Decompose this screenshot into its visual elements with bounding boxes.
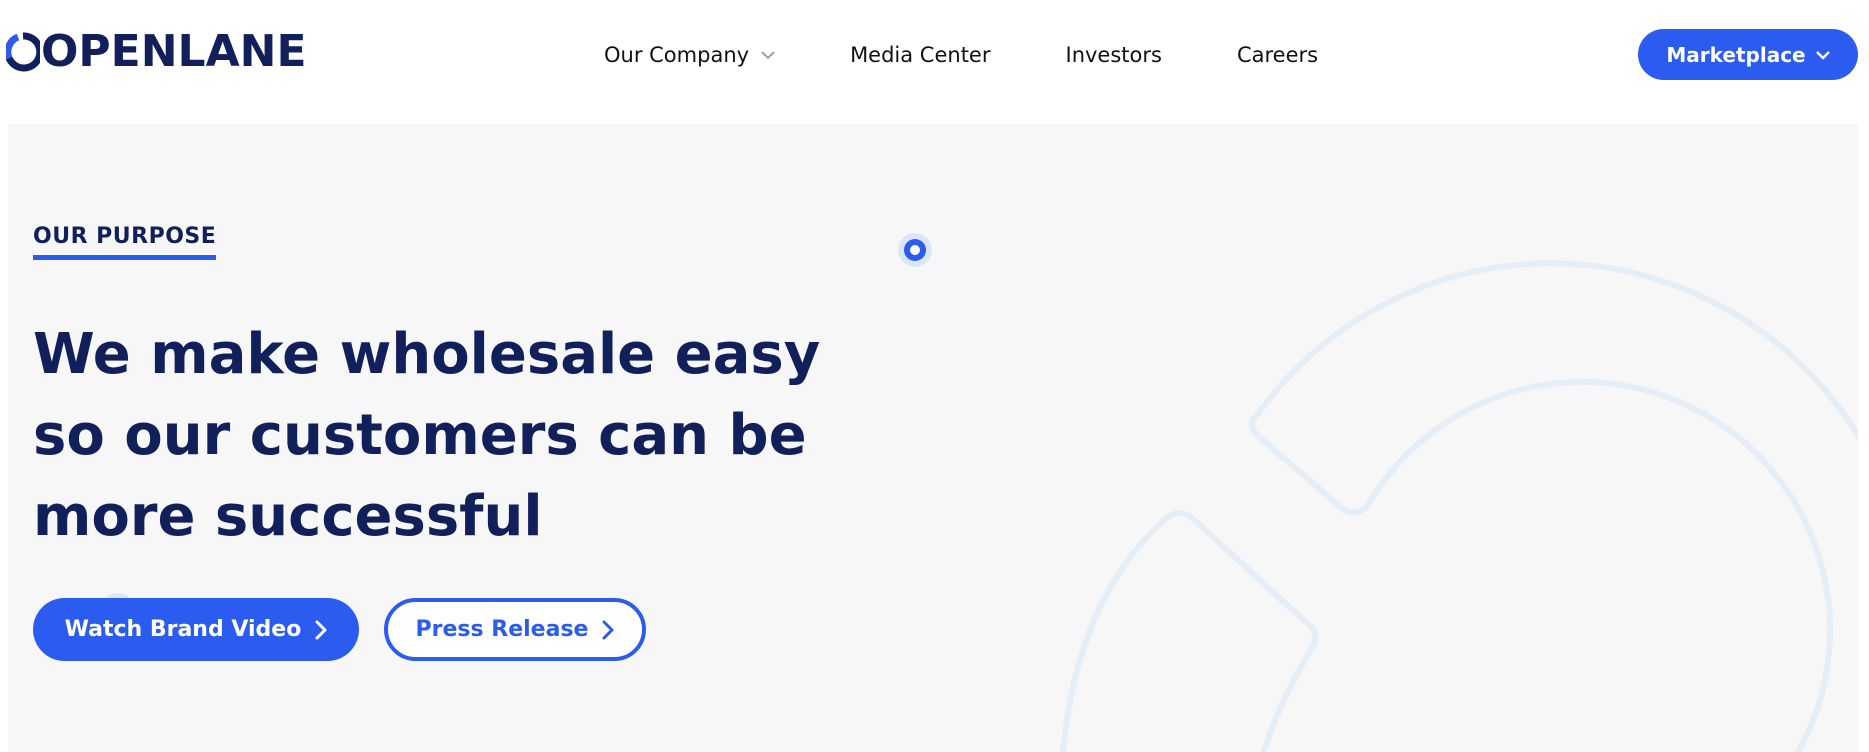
- hero-headline: We make wholesale easy so our customers …: [33, 322, 821, 549]
- openlane-logo-icon: [6, 32, 40, 72]
- ring-dot-icon: [898, 233, 932, 267]
- button-label: Watch Brand Video: [64, 617, 302, 642]
- press-release-button[interactable]: Press Release: [384, 598, 646, 661]
- marketplace-label: Marketplace: [1666, 42, 1806, 67]
- nav-label: Media Center: [850, 43, 991, 67]
- hero-section: OUR PURPOSE We make wholesale easy so ou…: [8, 124, 1858, 752]
- section-eyebrow: OUR PURPOSE: [33, 224, 217, 260]
- chevron-down-icon: [761, 51, 775, 60]
- chevron-right-icon: [315, 620, 327, 639]
- chevron-right-icon: [602, 620, 614, 639]
- nav-label: Our Company: [604, 43, 750, 67]
- marketplace-button[interactable]: Marketplace: [1638, 29, 1858, 80]
- nav-item-careers[interactable]: Careers: [1237, 43, 1318, 67]
- chevron-down-icon: [1815, 50, 1830, 60]
- site-header: OPENLANE Our Company Media Center Invest…: [0, 0, 1869, 124]
- nav-item-investors[interactable]: Investors: [1066, 43, 1162, 67]
- nav-label: Careers: [1236, 43, 1319, 67]
- main-nav: Our Company Media Center Investors Caree…: [604, 38, 1393, 72]
- watch-brand-video-button[interactable]: Watch Brand Video: [33, 598, 359, 661]
- logo-text: OPENLANE: [41, 26, 307, 77]
- nav-item-our-company[interactable]: Our Company: [604, 43, 775, 67]
- openlane-logo[interactable]: OPENLANE: [6, 30, 307, 74]
- button-label: Press Release: [415, 617, 589, 642]
- nav-item-media-center[interactable]: Media Center: [850, 43, 990, 67]
- nav-label: Investors: [1065, 43, 1162, 67]
